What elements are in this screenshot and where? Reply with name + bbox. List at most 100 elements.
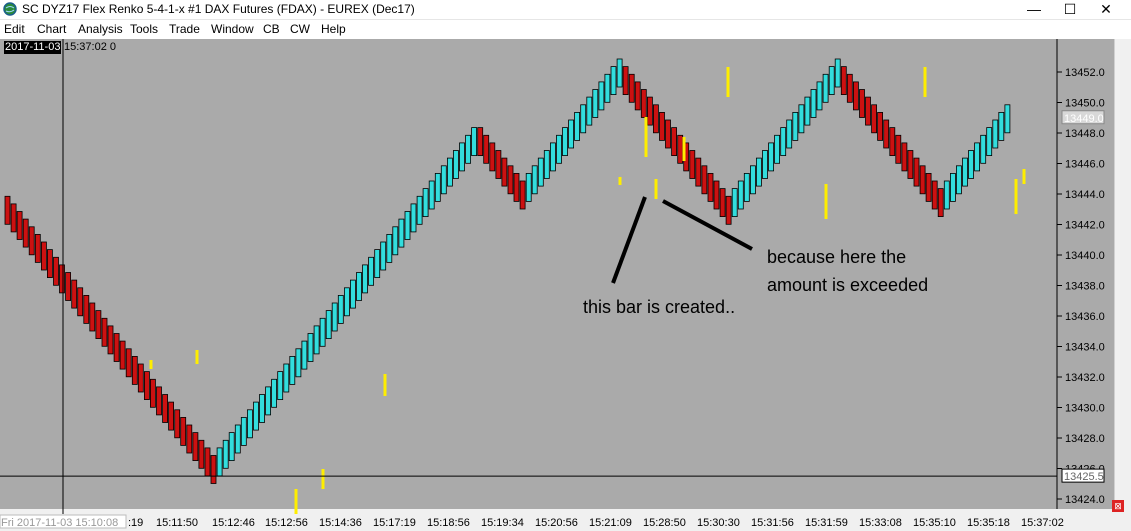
renko-bar	[234, 424, 241, 454]
renko-bar	[59, 264, 65, 294]
menu-cb[interactable]: CB	[263, 22, 280, 36]
renko-bar	[180, 416, 187, 446]
renko-bar	[713, 180, 720, 210]
minimize-button[interactable]: —	[1017, 0, 1051, 18]
plot-background[interactable]	[0, 39, 1057, 509]
renko-bar	[531, 165, 538, 195]
renko-bar	[962, 157, 968, 187]
renko-bar	[901, 142, 908, 172]
x-tick-label-12: 15:31:56	[751, 517, 794, 529]
menu-help[interactable]: Help	[321, 22, 346, 36]
renko-bar	[750, 165, 756, 195]
renko-bar	[446, 157, 453, 187]
menu-tools[interactable]: Tools	[130, 22, 158, 36]
renko-bar	[222, 439, 229, 469]
renko-bar	[822, 73, 829, 103]
renko-bar	[198, 439, 205, 469]
y-tick-label-3: 13446.0	[1065, 159, 1105, 171]
renko-bar	[653, 104, 659, 134]
renko-bar	[95, 310, 102, 340]
renko-bar	[119, 340, 126, 370]
y-tick-label-7: 13438.0	[1065, 281, 1105, 293]
renko-bar	[883, 119, 890, 149]
renko-bar	[780, 127, 787, 156]
renko-bar	[362, 264, 368, 294]
renko-bar	[368, 256, 375, 286]
annotation-because-line-1: amount is exceeded	[767, 275, 928, 295]
renko-bar	[77, 287, 84, 317]
renko-bar	[10, 203, 17, 233]
renko-bar	[586, 96, 593, 126]
renko-bar	[853, 81, 859, 111]
renko-bar	[562, 127, 568, 156]
renko-bar	[695, 157, 702, 187]
renko-bar	[228, 432, 235, 462]
chart-region[interactable]: 13452.0 13450.0 13448.0 13446.0 13444.0 13442…	[0, 39, 1131, 531]
renko-bar	[374, 249, 381, 279]
right-scrollbar[interactable]	[1114, 39, 1131, 509]
time-axis: Fri 2017-11-03 15:10:08:19 15:11:50 15:12:…	[0, 514, 1131, 531]
renko-bar	[550, 142, 556, 172]
menu-analysis[interactable]: Analysis	[78, 22, 123, 36]
renko-bar	[792, 112, 799, 141]
renko-bar	[701, 165, 708, 195]
renko-bar	[762, 150, 768, 179]
x-tick-label-5: 15:17:19	[373, 517, 416, 529]
menu-cw[interactable]: CW	[290, 22, 310, 36]
annotation-bar-created: this bar is created..	[583, 297, 735, 317]
x-tick-label-2: 15:12:46	[212, 517, 255, 529]
renko-bar	[574, 112, 580, 141]
y-tick-label-4: 13444.0	[1065, 189, 1105, 201]
renko-bar	[871, 104, 877, 134]
renko-bar	[47, 249, 53, 279]
renko-bar	[974, 142, 980, 172]
renko-bar	[216, 447, 223, 477]
renko-bar	[34, 233, 41, 263]
renko-bar	[168, 401, 175, 431]
maximize-button[interactable]: ☐	[1053, 0, 1087, 18]
x-tick-label-10: 15:28:50	[643, 517, 686, 529]
renko-bar	[410, 203, 417, 233]
renko-bar	[647, 96, 653, 126]
x-tick-label-0: :19	[128, 517, 143, 529]
renko-bar	[483, 134, 490, 164]
renko-bar	[89, 302, 96, 332]
renko-bar	[253, 401, 259, 431]
annotation-because-line-0: because here the	[767, 247, 906, 267]
close-button[interactable]: ✕	[1089, 0, 1123, 18]
renko-bar	[816, 81, 823, 111]
renko-bar	[507, 165, 514, 195]
renko-bar	[956, 165, 962, 195]
renko-bar	[610, 66, 617, 96]
renko-bar	[865, 96, 871, 126]
renko-bar	[598, 81, 605, 111]
menu-trade[interactable]: Trade	[169, 22, 200, 36]
menu-chart[interactable]: Chart	[37, 22, 66, 36]
y-tick-label-6: 13440.0	[1065, 250, 1105, 262]
renko-bar	[616, 58, 623, 88]
renko-bar	[968, 150, 974, 179]
renko-bar	[689, 150, 696, 179]
renko-bar	[665, 119, 671, 149]
renko-bar	[810, 89, 817, 118]
close-chart-icon[interactable]: ⊠	[1112, 500, 1124, 512]
renko-chart[interactable]: 13452.0 13450.0 13448.0 13446.0 13444.0 13442…	[0, 39, 1114, 514]
menu-window[interactable]: Window	[211, 22, 254, 36]
renko-bar	[422, 188, 429, 218]
renko-bar	[877, 112, 883, 141]
renko-bar	[525, 172, 532, 202]
renko-bar	[41, 241, 47, 271]
x-tick-label-17: 15:37:02	[1021, 517, 1064, 529]
cursor-time-readout: 15:37:02 0	[64, 41, 116, 53]
title-bar: SC DYZ17 Flex Renko 5-4-1-x #1 DAX Futur…	[0, 0, 1131, 20]
renko-bar	[386, 233, 393, 263]
renko-bar	[931, 180, 938, 210]
renko-bar	[592, 89, 599, 118]
renko-bar	[277, 371, 284, 401]
menu-edit[interactable]: Edit	[4, 22, 25, 36]
x-tick-label-16: 15:35:18	[967, 517, 1010, 529]
renko-bar	[925, 172, 932, 202]
renko-bar	[137, 363, 144, 393]
renko-bar	[434, 172, 441, 202]
renko-bar	[343, 287, 350, 317]
